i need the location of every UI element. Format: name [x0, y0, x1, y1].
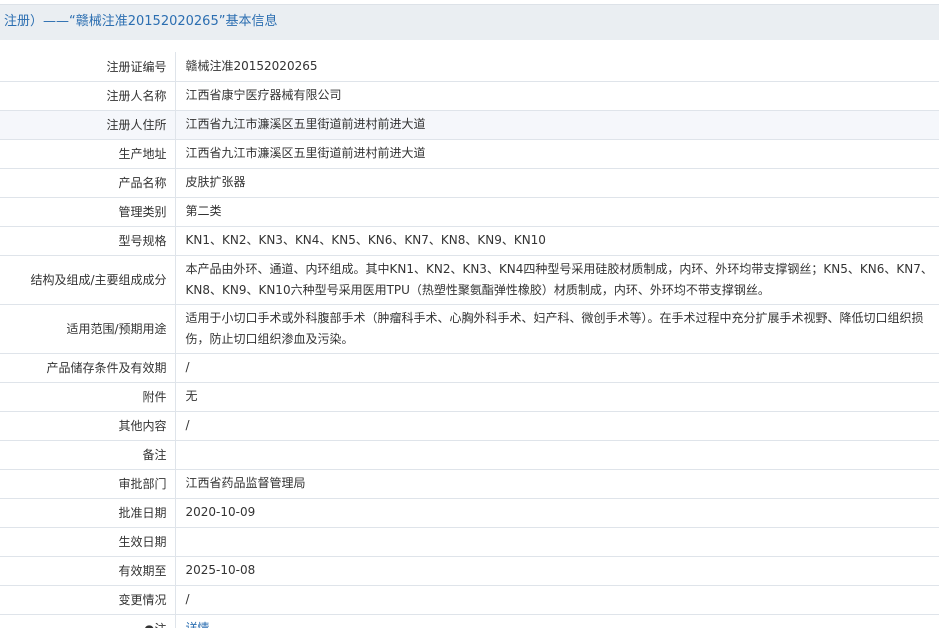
table-row: 注册证编号 赣械注准20152020265	[0, 52, 939, 82]
table-row: 产品名称 皮肤扩张器	[0, 168, 939, 198]
field-label: 产品储存条件及有效期	[0, 353, 176, 383]
field-value	[175, 440, 939, 470]
field-value: 本产品由外环、通道、内环组成。其中KN1、KN2、KN3、KN4四种型号采用硅胶…	[175, 255, 939, 305]
field-label: 适用范围/预期用途	[0, 304, 176, 354]
table-row: 型号规格 KN1、KN2、KN3、KN4、KN5、KN6、KN7、KN8、KN9…	[0, 226, 939, 256]
table-row: 适用范围/预期用途 适用于小切口手术或外科腹部手术（肿瘤科手术、心胸外科手术、妇…	[0, 304, 939, 354]
table-row: 结构及组成/主要组成成分 本产品由外环、通道、内环组成。其中KN1、KN2、KN…	[0, 255, 939, 305]
field-label: 生产地址	[0, 139, 176, 169]
field-label: 生效日期	[0, 527, 176, 557]
field-label: 型号规格	[0, 226, 176, 256]
page: 注册）——“赣械注准20152020265”基本信息 注册证编号 赣械注准201…	[0, 0, 939, 628]
field-label: 备注	[0, 440, 176, 470]
field-value: 皮肤扩张器	[175, 168, 939, 198]
field-label: 产品名称	[0, 168, 176, 198]
field-value: /	[175, 411, 939, 441]
field-value: 江西省药品监督管理局	[175, 469, 939, 499]
details-link[interactable]: 详情	[175, 614, 939, 628]
field-label: 变更情况	[0, 585, 176, 615]
field-value: 无	[175, 382, 939, 412]
field-value: 2020-10-09	[175, 498, 939, 528]
field-label: 其他内容	[0, 411, 176, 441]
field-value: 江西省康宁医疗器械有限公司	[175, 81, 939, 111]
field-label: 注册人名称	[0, 81, 176, 111]
field-label: 结构及组成/主要组成成分	[0, 255, 176, 305]
field-label: 管理类别	[0, 197, 176, 227]
field-value	[175, 527, 939, 557]
field-label: 附件	[0, 382, 176, 412]
field-value: 江西省九江市濂溪区五里街道前进村前进大道	[175, 139, 939, 169]
field-value: 赣械注准20152020265	[175, 52, 939, 82]
table-row: 其他内容 /	[0, 411, 939, 441]
table-row: 批准日期 2020-10-09	[0, 498, 939, 528]
table-row: 生效日期	[0, 527, 939, 557]
table-row: 附件 无	[0, 382, 939, 412]
field-label: 有效期至	[0, 556, 176, 586]
table-row: 有效期至 2025-10-08	[0, 556, 939, 586]
field-value: 江西省九江市濂溪区五里街道前进村前进大道	[175, 110, 939, 140]
table-row: 变更情况 /	[0, 585, 939, 615]
field-label: 注册证编号	[0, 52, 176, 82]
field-value: 2025-10-08	[175, 556, 939, 586]
table-row: 注册人名称 江西省康宁医疗器械有限公司	[0, 81, 939, 111]
field-value: 适用于小切口手术或外科腹部手术（肿瘤科手术、心胸外科手术、妇产科、微创手术等）。…	[175, 304, 939, 354]
field-value: /	[175, 353, 939, 383]
table-row: 备注	[0, 440, 939, 470]
field-value: KN1、KN2、KN3、KN4、KN5、KN6、KN7、KN8、KN9、KN10	[175, 226, 939, 256]
page-title: 注册）——“赣械注准20152020265”基本信息	[0, 4, 939, 40]
field-label: 审批部门	[0, 469, 176, 499]
table-row: 注册人住所 江西省九江市濂溪区五里街道前进村前进大道	[0, 110, 939, 140]
table-row: 管理类别 第二类	[0, 197, 939, 227]
field-label: 批准日期	[0, 498, 176, 528]
table-row: 审批部门 江西省药品监督管理局	[0, 469, 939, 499]
registration-info-table: 注册证编号 赣械注准20152020265 注册人名称 江西省康宁医疗器械有限公…	[0, 52, 939, 628]
field-value: /	[175, 585, 939, 615]
field-value: 第二类	[175, 197, 939, 227]
field-label: 注册人住所	[0, 110, 176, 140]
field-label: ●注	[0, 614, 176, 628]
table-row: 产品储存条件及有效期 /	[0, 353, 939, 383]
table-row: ●注 详情	[0, 614, 939, 628]
table-row: 生产地址 江西省九江市濂溪区五里街道前进村前进大道	[0, 139, 939, 169]
